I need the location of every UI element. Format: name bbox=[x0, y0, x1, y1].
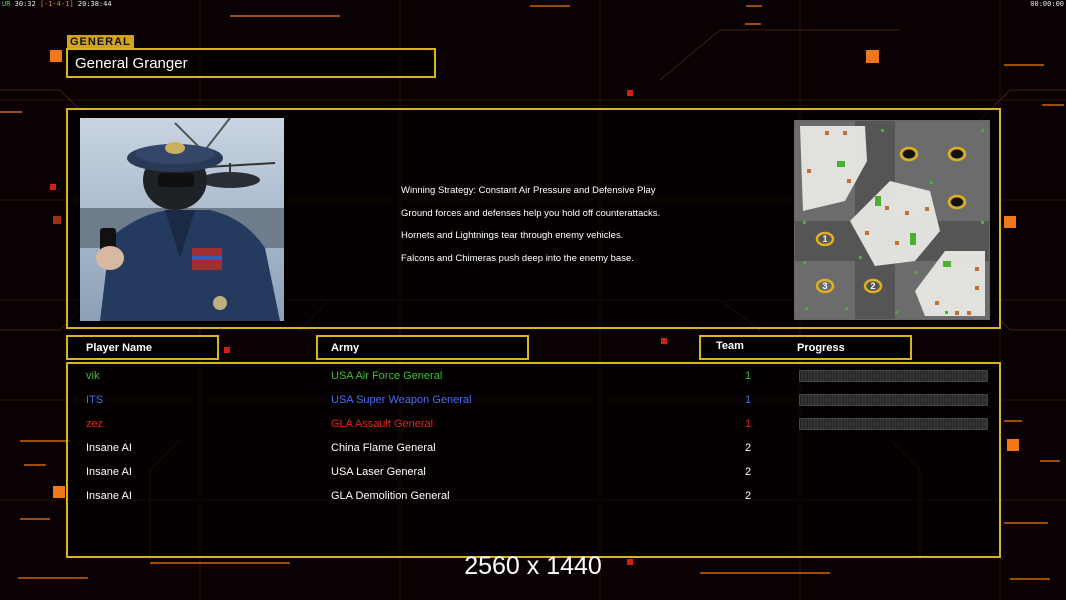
strategy-line: Hornets and Lightnings tear through enem… bbox=[401, 230, 624, 241]
strategy-text: Winning Strategy: Constant Air Pressure … bbox=[401, 180, 660, 270]
start-position-1: 1 bbox=[822, 234, 827, 244]
player-list: vik USA Air Force General 1 ITS USA Supe… bbox=[66, 362, 1001, 558]
player-team: 2 bbox=[745, 490, 752, 502]
map-preview: 1 2 3 bbox=[794, 120, 990, 320]
strategy-line: Falcons and Chimeras push deep into the … bbox=[401, 252, 634, 264]
strategy-line: Winning Strategy: Constant Air Pressure … bbox=[401, 185, 656, 196]
start-position-3: 3 bbox=[822, 281, 827, 291]
player-army: China Flame General bbox=[331, 442, 436, 454]
header-player-name[interactable]: Player Name bbox=[66, 335, 219, 360]
player-army: USA Laser General bbox=[331, 466, 426, 478]
header-team-progress[interactable]: Team Progress bbox=[699, 335, 912, 360]
resolution-label: 2560 x 1440 bbox=[464, 552, 602, 580]
status-prefix: UR bbox=[2, 0, 11, 8]
player-row: Insane AI China Flame General 2 bbox=[68, 438, 1003, 462]
status-bracket: [-1-4-1] bbox=[39, 0, 74, 8]
player-army: GLA Demolition General bbox=[331, 490, 450, 502]
status-clock: 20:38:44 bbox=[77, 0, 112, 8]
player-team: 1 bbox=[745, 394, 752, 406]
player-row: Insane AI USA Laser General 2 bbox=[68, 462, 1003, 486]
header-army-label: Army bbox=[331, 342, 360, 354]
player-team: 1 bbox=[745, 370, 752, 382]
general-name-box: General Granger bbox=[66, 48, 436, 78]
player-team: 2 bbox=[745, 442, 752, 454]
player-row: Insane AI GLA Demolition General 2 bbox=[68, 486, 1003, 510]
player-army: USA Super Weapon General bbox=[331, 394, 472, 406]
strategy-line: Ground forces and defenses help you hold… bbox=[401, 207, 661, 219]
player-row: vik USA Air Force General 1 bbox=[68, 366, 1003, 390]
player-team: 1 bbox=[745, 418, 752, 430]
player-army: USA Air Force General bbox=[331, 370, 443, 382]
player-army: GLA Assault General bbox=[331, 418, 434, 430]
header-progress-label: Progress bbox=[797, 342, 845, 354]
player-name: zez bbox=[86, 418, 104, 430]
general-name: General Granger bbox=[75, 55, 188, 72]
general-portrait bbox=[80, 118, 284, 321]
player-progress-bar bbox=[799, 418, 988, 430]
player-row: ITS USA Super Weapon General 1 bbox=[68, 390, 1003, 414]
player-team: 2 bbox=[745, 466, 752, 478]
player-progress-bar bbox=[799, 370, 988, 382]
header-army[interactable]: Army bbox=[316, 335, 529, 360]
player-progress-bar bbox=[799, 394, 988, 406]
player-row: zez GLA Assault General 1 bbox=[68, 414, 1003, 438]
status-bar-right: 00:00:00 bbox=[1030, 0, 1064, 8]
general-section-label: GENERAL bbox=[67, 35, 134, 49]
header-team-label: Team bbox=[716, 340, 744, 352]
status-counter: 30:32 bbox=[14, 0, 36, 8]
header-player-name-label: Player Name bbox=[86, 342, 153, 354]
player-name: Insane AI bbox=[86, 490, 132, 502]
start-position-2: 2 bbox=[870, 281, 875, 291]
status-bar-left: UR 30:32 [-1-4-1] 20:38:44 bbox=[2, 0, 112, 8]
player-name: Insane AI bbox=[86, 466, 132, 478]
player-name: Insane AI bbox=[86, 442, 132, 454]
player-name: vik bbox=[86, 370, 100, 382]
player-name: ITS bbox=[86, 394, 104, 406]
